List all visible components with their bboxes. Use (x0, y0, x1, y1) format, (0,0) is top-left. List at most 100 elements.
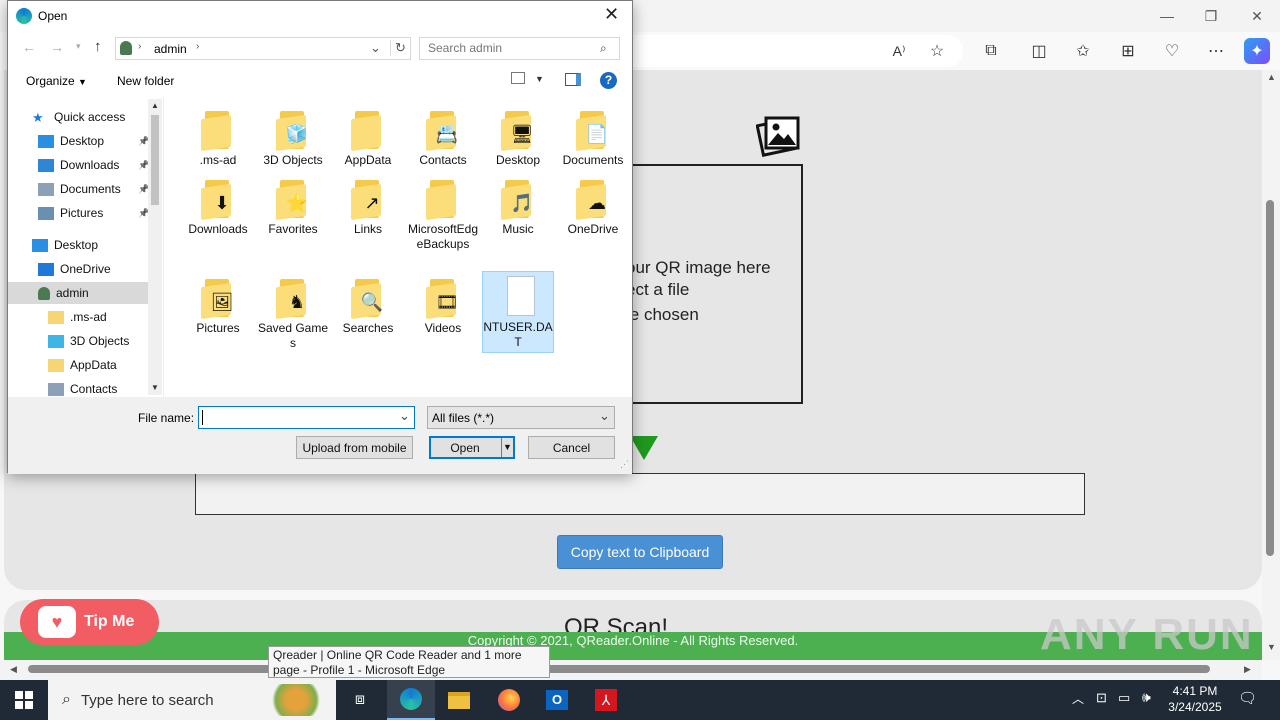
dialog-search-input[interactable]: Search admin ⌕ (419, 37, 620, 60)
file-type-select[interactable]: All files (*.*) ⌄ (427, 406, 615, 429)
chevron-down-icon[interactable]: ⌄ (399, 408, 410, 424)
nav-item[interactable]: Documents 📌 (38, 178, 149, 200)
acrobat-icon[interactable]: ⅄ (582, 680, 630, 720)
favorites-icon[interactable]: ✩ (1070, 38, 1096, 64)
new-folder-button[interactable]: New folder (117, 74, 174, 88)
view-options-icon[interactable] (511, 72, 525, 84)
file-item-label: Saved Games (257, 321, 329, 350)
scroll-right-icon[interactable]: ▶ (1244, 664, 1251, 675)
performance-icon[interactable]: ♡ (1159, 38, 1185, 64)
nav-item[interactable]: OneDrive (38, 258, 111, 280)
file-item[interactable]: 🔍 Searches (332, 277, 404, 336)
nav-item[interactable]: Downloads 📌 (38, 154, 149, 176)
file-item[interactable]: 🖥 Desktop (482, 109, 554, 168)
scroll-down-icon[interactable]: ▼ (151, 383, 159, 392)
close-window-button[interactable]: ✕ (1234, 0, 1280, 32)
nav-item[interactable]: ★ Quick access (32, 106, 125, 128)
firefox-icon[interactable] (485, 680, 533, 720)
file-name-input[interactable]: ⌄ (198, 406, 415, 429)
show-hidden-icons[interactable]: ︿ (1072, 690, 1084, 707)
chevron-down-icon[interactable]: ⌄ (370, 40, 381, 56)
cube-icon (48, 334, 64, 348)
back-arrow-icon[interactable]: ← (22, 39, 36, 55)
nav-item[interactable]: 3D Objects (48, 330, 129, 352)
open-dropdown-icon[interactable]: ▼ (501, 438, 513, 457)
view-dropdown-icon[interactable]: ▼ (535, 74, 544, 84)
file-item[interactable]: ↗ Links (332, 178, 404, 237)
refresh-icon[interactable]: ↻ (390, 40, 406, 56)
file-item[interactable]: 📇 Contacts (407, 109, 479, 168)
file-item[interactable]: 🎵 Music (482, 178, 554, 237)
outlook-icon[interactable]: O (533, 680, 581, 720)
upload-from-mobile-button[interactable]: Upload from mobile (296, 436, 413, 459)
more-icon[interactable]: ⋯ (1203, 38, 1229, 64)
scroll-up-icon[interactable]: ▲ (151, 101, 159, 110)
open-button[interactable]: Open ▼ (429, 436, 515, 459)
nav-item-label: OneDrive (60, 262, 111, 276)
nav-scrollbar[interactable]: ▲ ▼ (148, 99, 162, 395)
nav-item[interactable]: Desktop (32, 234, 98, 256)
recent-dropdown-icon[interactable]: ▾ (76, 41, 81, 52)
file-item[interactable]: 🧊 3D Objects (257, 109, 329, 168)
folder-icon: 🧊 (276, 109, 310, 152)
close-dialog-button[interactable]: ✕ (604, 4, 619, 25)
help-icon[interactable]: ? (600, 72, 617, 89)
forward-arrow-icon[interactable]: → (50, 39, 64, 55)
scroll-left-icon[interactable]: ◀ (10, 664, 17, 675)
file-item[interactable]: 🖼 Pictures (182, 277, 254, 336)
horizontal-scrollbar[interactable]: ◀ ▶ (0, 660, 1262, 680)
task-view-icon[interactable]: ⧈ (336, 680, 384, 720)
nav-item[interactable]: Desktop 📌 (38, 130, 149, 152)
file-item[interactable]: ⬇ Downloads (182, 178, 254, 237)
nav-item[interactable]: admin (8, 282, 148, 304)
file-item[interactable]: NTUSER.DAT (482, 271, 554, 353)
up-arrow-icon[interactable]: ↑ (94, 38, 102, 55)
start-button[interactable] (0, 680, 48, 720)
copy-to-clipboard-button[interactable]: Copy text to Clipboard (557, 535, 723, 569)
vertical-scroll-thumb[interactable] (1266, 200, 1274, 556)
favorite-star-icon[interactable]: ☆ (924, 38, 950, 64)
restore-button[interactable]: ❐ (1188, 0, 1234, 32)
collections-icon[interactable]: ⊞ (1115, 38, 1141, 64)
file-item-label: .ms-ad (199, 153, 237, 167)
nav-item[interactable]: .ms-ad (48, 306, 107, 328)
result-textbox[interactable] (195, 473, 1085, 515)
file-item[interactable]: ☁ OneDrive (557, 178, 629, 237)
file-item[interactable]: 🎞 Videos (407, 277, 479, 336)
file-item[interactable]: ♞ Saved Games (257, 277, 329, 351)
resize-grip-icon[interactable]: ⋰ (620, 459, 629, 470)
taskbar-search[interactable]: ⌕ Type here to search (48, 680, 336, 720)
file-item[interactable]: 📄 Documents (557, 109, 629, 168)
nav-scroll-thumb[interactable] (151, 115, 159, 205)
read-aloud-icon[interactable]: A⁾ (886, 38, 912, 64)
nav-item[interactable]: AppData (48, 354, 117, 376)
clock[interactable]: 4:41 PM 3/24/2025 (1162, 683, 1228, 715)
vertical-scrollbar[interactable]: ▲ ▼ (1262, 70, 1280, 660)
tip-me-button[interactable]: ♥ Tip Me (20, 599, 159, 645)
nav-item[interactable]: Pictures 📌 (38, 202, 149, 224)
file-item[interactable]: .ms-ad (182, 109, 254, 168)
organize-menu[interactable]: Organize ▼ (26, 74, 87, 88)
horizontal-scroll-thumb[interactable] (28, 665, 1210, 673)
notifications-icon[interactable]: 🗨 (1238, 689, 1257, 707)
copilot-icon[interactable]: ✦ (1244, 38, 1270, 64)
file-item[interactable]: AppData (332, 109, 404, 168)
extensions-icon[interactable]: ⧉ (978, 38, 1004, 64)
volume-icon[interactable]: 🕪 (1142, 689, 1151, 706)
breadcrumb[interactable]: › admin › ⌄ ↻ (115, 37, 411, 60)
scroll-down-icon[interactable]: ▼ (1267, 642, 1276, 652)
split-screen-icon[interactable]: ◫ (1026, 38, 1052, 64)
file-item[interactable]: MicrosoftEdgeBackups (407, 178, 479, 252)
folder-icon (426, 178, 460, 221)
scroll-up-icon[interactable]: ▲ (1267, 72, 1276, 82)
minimize-button[interactable]: — (1144, 0, 1190, 32)
edge-taskbar-icon[interactable] (387, 680, 435, 720)
breadcrumb-admin[interactable]: admin (154, 42, 187, 56)
file-explorer-icon[interactable] (435, 680, 483, 720)
preview-pane-icon[interactable] (565, 73, 581, 86)
cancel-button[interactable]: Cancel (528, 436, 615, 459)
file-item-label: Contacts (419, 153, 467, 167)
file-item[interactable]: ⭐ Favorites (257, 178, 329, 237)
network-icon[interactable]: ⊡ (1096, 690, 1107, 706)
display-icon[interactable]: ▭ (1118, 690, 1130, 706)
